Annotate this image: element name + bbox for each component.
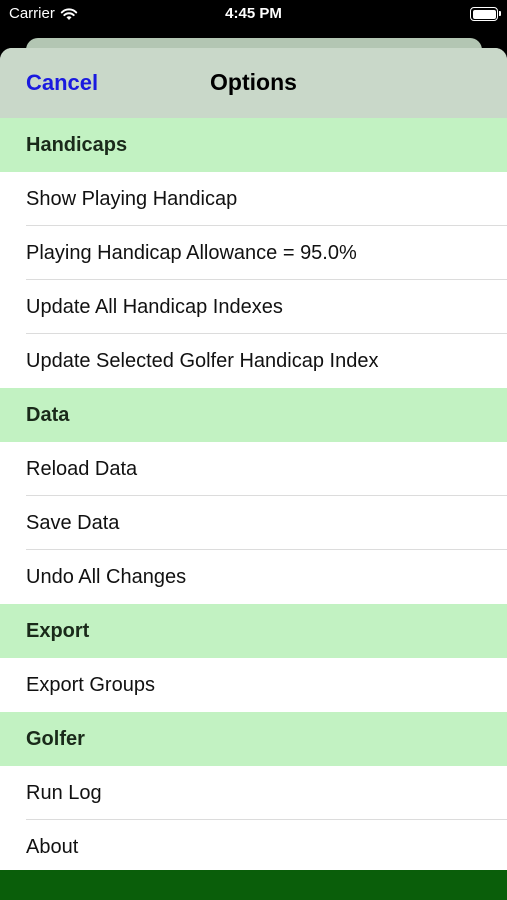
section-header-export: Export [0, 604, 507, 658]
navigation-bar: Cancel Options [0, 48, 507, 118]
save-data-item[interactable]: Save Data [0, 496, 507, 550]
page-title: Options [210, 69, 297, 95]
handicap-allowance-item[interactable]: Playing Handicap Allowance = 95.0% [0, 226, 507, 280]
options-sheet: Cancel Options Handicaps Show Playing Ha… [0, 48, 507, 870]
update-selected-handicap-item[interactable]: Update Selected Golfer Handicap Index [0, 334, 507, 388]
status-bar: Carrier 4:45 PM [0, 0, 507, 30]
section-header-handicaps: Handicaps [0, 118, 507, 172]
status-time: 4:45 PM [225, 5, 282, 22]
update-all-handicaps-item[interactable]: Update All Handicap Indexes [0, 280, 507, 334]
run-log-item[interactable]: Run Log [0, 766, 507, 820]
bottom-bar [0, 870, 507, 900]
battery-icon [470, 7, 501, 21]
section-header-data: Data [0, 388, 507, 442]
show-playing-handicap-item[interactable]: Show Playing Handicap [0, 172, 507, 226]
section-header-golfer: Golfer [0, 712, 507, 766]
undo-all-changes-item[interactable]: Undo All Changes [0, 550, 507, 604]
about-item[interactable]: About [0, 820, 507, 870]
reload-data-item[interactable]: Reload Data [0, 442, 507, 496]
export-groups-item[interactable]: Export Groups [0, 658, 507, 712]
